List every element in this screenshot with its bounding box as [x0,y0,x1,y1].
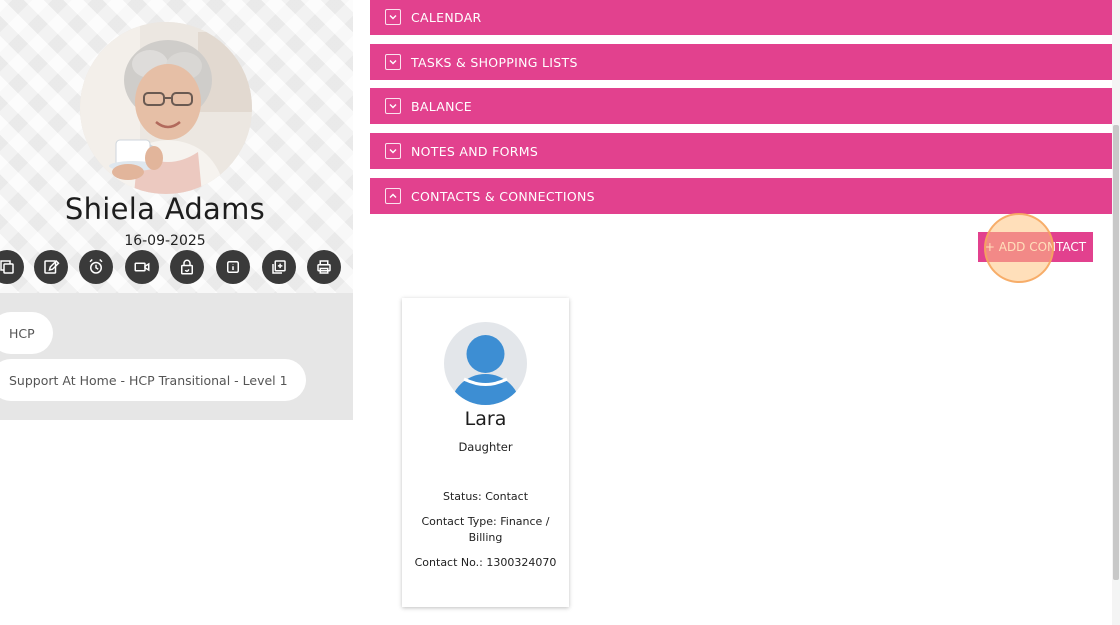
lock-reset-icon [181,259,193,275]
profile-photo [80,22,252,194]
section-contacts-connections[interactable]: CONTACTS & CONNECTIONS [370,178,1112,214]
section-tasks-shopping-lists[interactable]: TASKS & SHOPPING LISTS [370,44,1112,80]
tag-hcp: HCP [0,312,53,354]
contact-type: Contact Type: Finance / Billing [421,515,550,544]
section-calendar[interactable]: CALENDAR [370,0,1112,35]
contact-card[interactable]: Lara Daughter Status: Contact Contact Ty… [402,298,569,607]
chevron-up-icon [385,188,401,204]
video-call-button[interactable] [125,250,159,284]
print-button[interactable] [307,250,341,284]
section-label: BALANCE [411,98,473,114]
profile-panel: Shiela Adams 16-09-2025 [0,0,353,293]
copy-icon [0,260,14,274]
edit-button[interactable] [34,250,68,284]
chevron-down-icon [385,9,401,25]
section-label: CALENDAR [411,9,482,25]
reset-password-button[interactable] [170,250,204,284]
info-button[interactable] [216,250,250,284]
user-avatar-icon [444,322,527,405]
chevron-down-icon [385,98,401,114]
add-box-icon [272,260,286,274]
printer-icon [317,260,331,274]
section-balance[interactable]: BALANCE [370,88,1112,124]
chevron-down-icon [385,143,401,159]
service-tags-panel: HCP Support At Home - HCP Transitional -… [0,293,353,420]
scrollbar-thumb[interactable] [1113,125,1119,580]
video-camera-icon [134,262,150,272]
profile-name: Shiela Adams [64,192,266,226]
edit-icon [44,259,60,274]
tag-support-level: Support At Home - HCP Transitional - Lev… [0,359,306,401]
profile-date: 16-09-2025 [124,233,206,249]
section-label: TASKS & SHOPPING LISTS [411,54,578,70]
info-icon [227,261,239,273]
add-item-button[interactable] [262,250,296,284]
contact-status: Status: Contact [442,490,529,503]
contact-name: Lara [464,408,507,430]
section-notes-and-forms[interactable]: NOTES AND FORMS [370,133,1112,169]
chevron-down-icon [385,54,401,70]
alarm-clock-icon [89,258,103,274]
section-label: NOTES AND FORMS [411,143,539,159]
add-contact-button[interactable]: + ADD CONTACT [978,232,1093,262]
copy-button[interactable] [0,250,24,284]
alarm-button[interactable] [79,250,113,284]
contact-relationship: Daughter [458,440,513,454]
contact-number: Contact No.: 1300324070 [414,556,557,569]
section-label: CONTACTS & CONNECTIONS [411,188,595,204]
